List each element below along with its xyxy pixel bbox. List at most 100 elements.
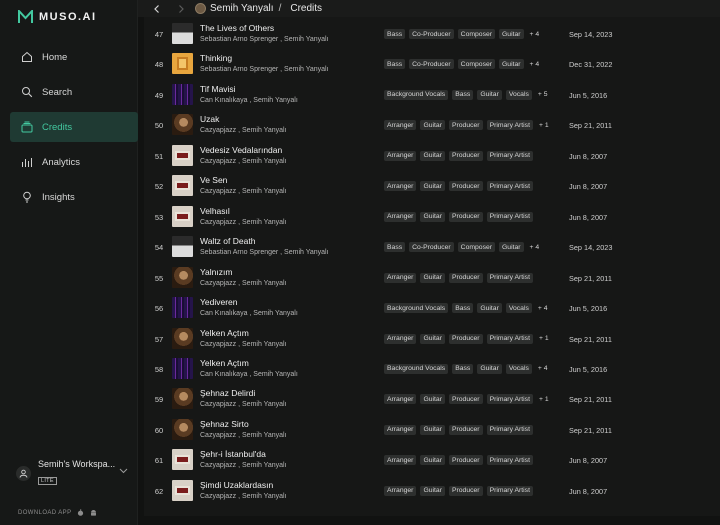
role-tag: Guitar: [420, 150, 445, 161]
more-roles-count[interactable]: + 4: [536, 303, 550, 313]
more-roles-count[interactable]: + 4: [528, 29, 542, 39]
album-art[interactable]: [172, 23, 193, 44]
track-title[interactable]: Thinking: [200, 53, 232, 63]
track-title[interactable]: Uzak: [200, 114, 219, 124]
nav-analytics[interactable]: Analytics: [10, 147, 138, 177]
role-tag: Arranger: [384, 181, 417, 192]
album-art[interactable]: [172, 479, 193, 501]
credit-row[interactable]: 49 Tif Mavisi Can Kınalıkaya , Semih Yanya…: [144, 80, 720, 111]
track-title[interactable]: Velhasıl: [200, 206, 230, 216]
more-roles-count[interactable]: + 1: [537, 334, 551, 344]
app-name: MUSO.AI: [39, 11, 97, 23]
track-artists: Cazyapjazz , Semih Yanyalı: [200, 492, 287, 500]
role-tag: Guitar: [420, 424, 445, 435]
track-artists: Cazyapjazz , Semih Yanyalı: [200, 401, 287, 409]
credit-row[interactable]: 47 The Lives of Others Sebastian Arno Spre…: [144, 19, 720, 50]
track-artists: Cazyapjazz , Semih Yanyalı: [200, 127, 287, 135]
breadcrumb-artist[interactable]: Semih Yanyalı: [210, 3, 274, 14]
more-roles-count[interactable]: + 4: [536, 364, 550, 374]
release-date: Jun 8, 2007: [569, 151, 608, 161]
album-art[interactable]: [172, 449, 193, 471]
track-title[interactable]: Tif Mavisi: [200, 84, 236, 94]
role-tag: Vocals: [505, 303, 532, 314]
role-tags: Arranger Guitar Producer Primary Artist: [384, 424, 533, 435]
album-art[interactable]: [172, 144, 193, 166]
role-tag: Arranger: [384, 211, 417, 222]
track-title[interactable]: Ve Sen: [200, 175, 227, 185]
more-roles-count[interactable]: + 4: [528, 242, 542, 252]
track-title[interactable]: Şehr-i İstanbul'da: [200, 449, 266, 459]
track-title[interactable]: Yelken Açtım: [200, 328, 249, 338]
credit-row[interactable]: 50 Uzak Cazyapjazz , Semih Yanyalı Arranger…: [144, 110, 720, 141]
nav-home[interactable]: Home: [10, 42, 138, 72]
role-tag: Guitar: [420, 211, 445, 222]
back-arrow-icon[interactable]: [152, 4, 162, 14]
credit-row[interactable]: 51 Vedesiz Vedalarından Cazyapjazz , Semih…: [144, 141, 720, 172]
muso-logo-icon: [18, 10, 33, 23]
credit-row[interactable]: 48 Thinking Sebastian Arno Sprenger , Semi…: [144, 49, 720, 80]
nav-search-label: Search: [42, 86, 73, 98]
nav-search[interactable]: Search: [10, 77, 138, 107]
album-art[interactable]: [172, 83, 193, 105]
credit-row[interactable]: 53 Velhasıl Cazyapjazz , Semih Yanyalı Arra…: [144, 202, 720, 233]
track-artists: Sebastian Arno Sprenger , Semih Yanyalı: [200, 66, 329, 74]
more-roles-count[interactable]: + 1: [537, 394, 551, 404]
role-tag: Bass: [384, 59, 406, 70]
role-tag: Background Vocals: [384, 303, 449, 314]
more-roles-count[interactable]: + 5: [536, 90, 550, 100]
android-icon[interactable]: [90, 509, 97, 516]
workspace-avatar: [16, 465, 31, 481]
credit-row[interactable]: 62 Şimdi Uzaklardasın Cazyapjazz , Semih Y…: [144, 476, 720, 507]
role-tag: Primary Artist: [486, 181, 533, 192]
workspace-switcher[interactable]: Semih's Workspa... LITE: [16, 459, 128, 486]
track-title[interactable]: Şehnaz Sirto: [200, 419, 249, 429]
nav-credits[interactable]: Credits: [10, 112, 138, 142]
track-title[interactable]: Yelken Açtım: [200, 358, 249, 368]
more-roles-count[interactable]: + 4: [528, 59, 542, 69]
role-tags: Arranger Guitar Producer Primary Artist: [384, 181, 533, 192]
credit-row[interactable]: 54 Waltz of Death Sebastian Arno Sprenger …: [144, 232, 720, 263]
role-tag: Arranger: [384, 424, 417, 435]
apple-icon[interactable]: [77, 509, 84, 516]
role-tag: Bass: [452, 89, 474, 100]
role-tag: Guitar: [420, 394, 445, 405]
album-art[interactable]: [172, 175, 193, 197]
credit-row[interactable]: 61 Şehr-i İstanbul'da Cazyapjazz , Semih Y…: [144, 445, 720, 476]
app-logo[interactable]: MUSO.AI: [18, 10, 97, 24]
track-title[interactable]: Yediveren: [200, 297, 238, 307]
credit-row[interactable]: 59 Şehnaz Delirdi Cazyapjazz , Semih Yanya…: [144, 384, 720, 415]
role-tag: Producer: [448, 424, 483, 435]
track-title[interactable]: Waltz of Death: [200, 236, 255, 246]
release-date: Jun 5, 2016: [569, 364, 608, 374]
track-title[interactable]: The Lives of Others: [200, 23, 274, 33]
album-art[interactable]: [172, 266, 193, 288]
credit-row[interactable]: 52 Ve Sen Cazyapjazz , Semih Yanyalı Arrang…: [144, 171, 720, 202]
forward-arrow-icon[interactable]: [176, 4, 186, 14]
role-tag: Vocals: [505, 363, 532, 374]
album-art[interactable]: [172, 327, 193, 349]
track-title[interactable]: Yalnızım: [200, 267, 232, 277]
album-art[interactable]: [172, 388, 193, 410]
album-art[interactable]: [172, 205, 193, 227]
album-art[interactable]: [172, 236, 193, 258]
nav-insights[interactable]: Insights: [10, 182, 138, 212]
role-tag: Composer: [457, 29, 496, 39]
artist-avatar: [195, 3, 206, 14]
credit-row[interactable]: 58 Yelken Açtım Can Kınalıkaya , Semih Yan…: [144, 354, 720, 385]
credit-row[interactable]: 60 Şehnaz Sirto Cazyapjazz , Semih Yanyalı…: [144, 415, 720, 446]
album-art[interactable]: [172, 297, 193, 319]
album-art[interactable]: [172, 357, 193, 379]
album-art[interactable]: [172, 53, 193, 75]
track-title[interactable]: Şimdi Uzaklardasın: [200, 480, 273, 490]
album-art[interactable]: [172, 418, 193, 440]
credit-row[interactable]: 55 Yalnızım Cazyapjazz , Semih Yanyalı Arra…: [144, 263, 720, 294]
credit-row[interactable]: 56 Yediveren Can Kınalıkaya , Semih Yanyal…: [144, 293, 720, 324]
track-title[interactable]: Vedesiz Vedalarından: [200, 145, 282, 155]
more-roles-count[interactable]: + 1: [537, 120, 551, 130]
role-tag: Primary Artist: [486, 394, 533, 405]
track-title[interactable]: Şehnaz Delirdi: [200, 388, 255, 398]
role-tag: Bass: [452, 363, 474, 374]
album-art[interactable]: [172, 114, 193, 136]
role-tag: Arranger: [384, 455, 417, 466]
credit-row[interactable]: 57 Yelken Açtım Cazyapjazz , Semih Yanyalı…: [144, 324, 720, 355]
